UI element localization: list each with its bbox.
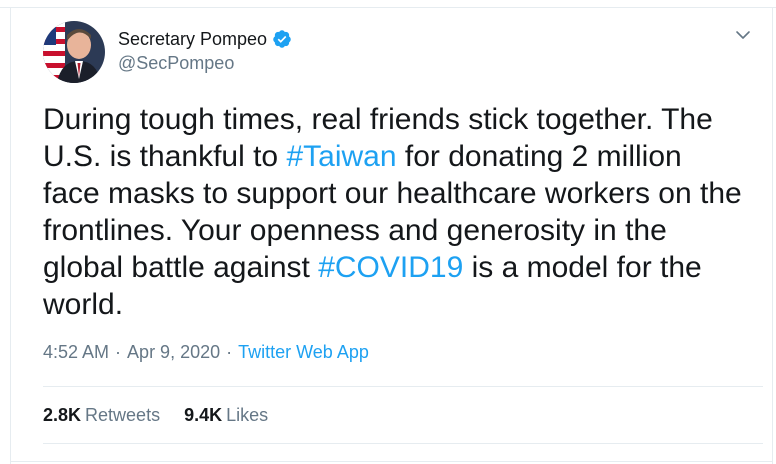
- tweet-meta: 4:52 AM · Apr 9, 2020 · Twitter Web App: [43, 342, 369, 363]
- meta-separator: ·: [226, 342, 233, 362]
- verified-badge-icon: [273, 30, 291, 48]
- top-divider: [0, 7, 776, 8]
- bottom-border: [10, 461, 773, 462]
- hashtag-covid19-link[interactable]: #COVID19: [318, 251, 463, 284]
- avatar[interactable]: [43, 21, 105, 83]
- chevron-down-icon[interactable]: [734, 26, 752, 44]
- avatar-image: [43, 21, 105, 83]
- right-border: [772, 7, 773, 464]
- tweet-date[interactable]: Apr 9, 2020: [127, 342, 220, 363]
- likes-count: 9.4K: [184, 405, 223, 425]
- stats-divider: [43, 443, 763, 444]
- tweet-time[interactable]: 4:52 AM: [43, 342, 109, 363]
- left-border: [10, 7, 11, 464]
- retweets-label: Retweets: [85, 405, 161, 425]
- tweet-stats: 2.8K Retweets 9.4K Likes: [43, 405, 292, 426]
- user-handle[interactable]: @SecPompeo: [118, 53, 234, 74]
- meta-separator: ·: [115, 342, 122, 362]
- user-name-row[interactable]: Secretary Pompeo: [118, 27, 292, 51]
- display-name[interactable]: Secretary Pompeo: [118, 29, 267, 50]
- likes-stat[interactable]: 9.4K Likes: [184, 405, 268, 426]
- tweet-source-link[interactable]: Twitter Web App: [238, 342, 369, 363]
- meta-divider: [43, 386, 763, 387]
- retweets-count: 2.8K: [43, 405, 82, 425]
- hashtag-taiwan-link[interactable]: #Taiwan: [286, 140, 396, 173]
- likes-label: Likes: [226, 405, 269, 425]
- retweets-stat[interactable]: 2.8K Retweets: [43, 405, 160, 426]
- tweet-text: During tough times, real friends stick t…: [43, 101, 763, 323]
